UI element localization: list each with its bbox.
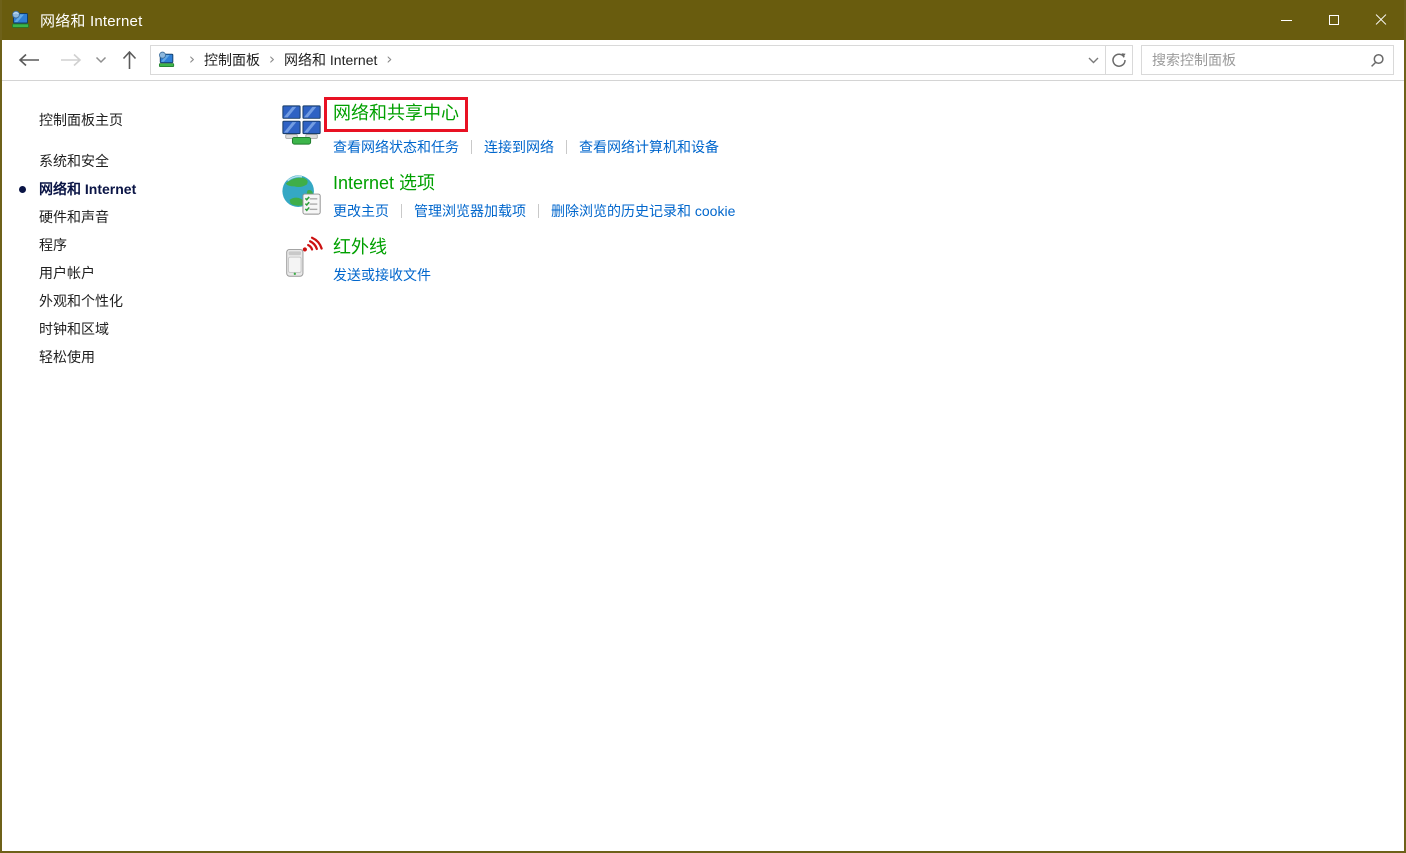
minimize-icon [1281, 19, 1292, 21]
breadcrumb-item-network-internet[interactable]: 网络和 Internet [284, 50, 377, 70]
link-separator [471, 140, 472, 154]
section-body: 红外线 发送或接收文件 [333, 235, 431, 285]
search-box [1141, 45, 1394, 75]
minimize-button[interactable] [1263, 0, 1310, 40]
address-dropdown-button[interactable] [1081, 46, 1105, 74]
network-internet-app-icon [11, 10, 31, 30]
search-input[interactable] [1152, 52, 1370, 68]
refresh-button[interactable] [1106, 45, 1133, 75]
chevron-down-icon [1088, 57, 1098, 63]
control-panel-window: 网络和 Internet › 控制面板 › 网络和 Internet › 搜索控… [0, 0, 1406, 853]
sidebar-item-label: 网络和 Internet [39, 181, 137, 197]
breadcrumb-chevron-icon[interactable]: › [377, 50, 401, 68]
navigation-toolbar: › 控制面板 › 网络和 Internet › [2, 40, 1404, 81]
task-link[interactable]: 查看网络状态和任务 [333, 137, 459, 157]
sidebar-item-system-security[interactable]: 系统和安全 [39, 147, 264, 175]
task-link[interactable]: 发送或接收文件 [333, 265, 431, 285]
breadcrumb-item-control-panel[interactable]: 控制面板 [204, 50, 260, 70]
section-title-link[interactable]: 红外线 [333, 235, 387, 260]
red-highlight-box: 网络和共享中心 [324, 97, 468, 132]
link-separator [566, 140, 567, 154]
maximize-button[interactable] [1310, 0, 1357, 40]
maximize-icon [1328, 15, 1339, 25]
chevron-down-icon [95, 56, 107, 64]
active-item-bullet-icon [19, 186, 26, 193]
sidebar-item-network-internet[interactable]: 网络和 Internet [19, 175, 264, 203]
task-link[interactable]: 查看网络计算机和设备 [579, 137, 719, 157]
window-title: 网络和 Internet [40, 12, 143, 30]
sidebar-item-clock-region[interactable]: 时钟和区域 [39, 315, 264, 343]
window-body: 控制面板主页 系统和安全 网络和 Internet 硬件和声音 程序 用户帐户 … [2, 81, 1404, 851]
titlebar: 网络和 Internet [2, 0, 1404, 40]
section-infrared: 红外线 发送或接收文件 [280, 235, 1404, 285]
search-icon[interactable] [1370, 53, 1385, 68]
sidebar-item-programs[interactable]: 程序 [39, 231, 264, 259]
sidebar: 控制面板主页 系统和安全 网络和 Internet 硬件和声音 程序 用户帐户 … [2, 81, 264, 851]
task-link[interactable]: 连接到网络 [484, 137, 554, 157]
back-arrow-icon [18, 53, 39, 67]
section-title-link[interactable]: 网络和共享中心 [333, 101, 459, 126]
recent-locations-button[interactable] [90, 56, 112, 64]
sidebar-item-user-accounts[interactable]: 用户帐户 [39, 259, 264, 287]
forward-button[interactable] [56, 53, 86, 67]
network-sharing-center-icon[interactable] [280, 102, 324, 148]
section-body: 网络和共享中心 查看网络状态和任务 连接到网络 查看网络计算机和设备 [324, 97, 719, 157]
task-link[interactable]: 删除浏览的历史记录和 cookie [551, 201, 735, 221]
back-button[interactable] [14, 53, 44, 67]
task-link[interactable]: 更改主页 [333, 201, 389, 221]
window-controls [1263, 0, 1404, 40]
up-arrow-icon [122, 50, 136, 69]
up-button[interactable] [114, 50, 144, 70]
content-area: 网络和共享中心 查看网络状态和任务 连接到网络 查看网络计算机和设备 Inter… [264, 81, 1404, 851]
section-title-link[interactable]: Internet 选项 [333, 171, 435, 196]
breadcrumb-chevron-icon[interactable]: › [260, 50, 284, 68]
sidebar-item-appearance-personalization[interactable]: 外观和个性化 [39, 287, 264, 315]
sidebar-item-hardware-sound[interactable]: 硬件和声音 [39, 203, 264, 231]
internet-options-icon[interactable] [280, 172, 324, 218]
address-bar[interactable]: › 控制面板 › 网络和 Internet › [150, 45, 1106, 75]
task-link[interactable]: 管理浏览器加载项 [414, 201, 526, 221]
sidebar-item-control-panel-home[interactable]: 控制面板主页 [39, 106, 264, 134]
section-links: 发送或接收文件 [333, 265, 431, 285]
section-links: 查看网络状态和任务 连接到网络 查看网络计算机和设备 [333, 137, 719, 157]
link-separator [538, 204, 539, 218]
close-button[interactable] [1357, 0, 1404, 40]
section-body: Internet 选项 更改主页 管理浏览器加载项 删除浏览的历史记录和 coo… [333, 171, 735, 221]
infrared-icon[interactable] [280, 236, 324, 282]
sidebar-item-ease-of-access[interactable]: 轻松使用 [39, 343, 264, 371]
breadcrumb-chevron-icon[interactable]: › [180, 50, 204, 68]
section-internet-options: Internet 选项 更改主页 管理浏览器加载项 删除浏览的历史记录和 coo… [280, 171, 1404, 221]
link-separator [401, 204, 402, 218]
forward-arrow-icon [61, 53, 82, 67]
section-links: 更改主页 管理浏览器加载项 删除浏览的历史记录和 cookie [333, 201, 735, 221]
close-icon [1375, 14, 1387, 26]
section-network-sharing-center: 网络和共享中心 查看网络状态和任务 连接到网络 查看网络计算机和设备 [280, 97, 1404, 157]
refresh-icon [1112, 53, 1126, 67]
breadcrumb-location-icon [158, 51, 176, 69]
